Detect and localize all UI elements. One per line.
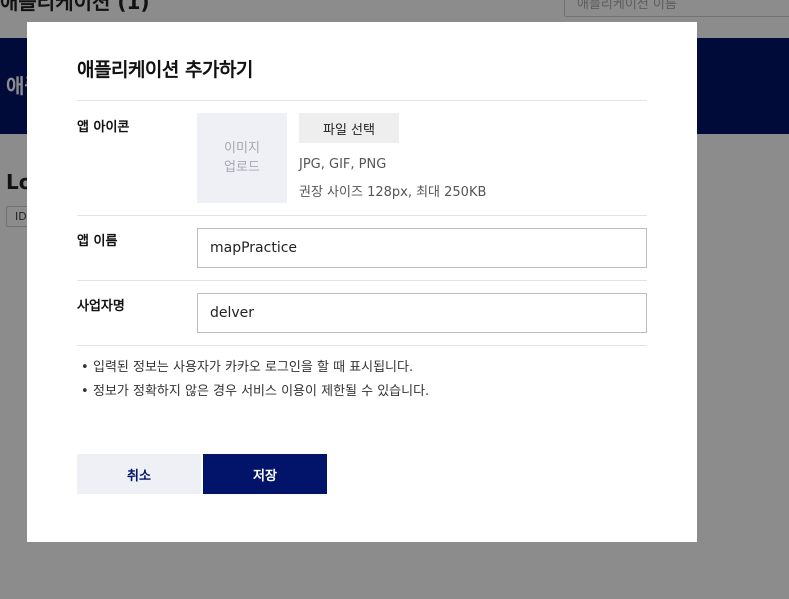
file-size-hint: 권장 사이즈 128px, 최대 250KB [299,185,487,200]
cancel-button[interactable]: 취소 [77,454,201,494]
dialog-title: 애플리케이션 추가하기 [77,59,253,81]
divider [77,345,647,346]
divider [77,215,647,216]
app-name-input[interactable] [197,228,647,268]
divider [77,280,647,281]
notice-item: 정보가 정확하지 않은 경우 서비스 이용이 제한될 수 있습니다. [77,380,429,404]
file-format-hint: JPG, GIF, PNG [299,157,387,172]
company-name-label: 사업자명 [77,299,125,314]
add-application-dialog: 애플리케이션 추가하기 앱 아이콘 이미지 업로드 파일 선택 JPG, GIF… [27,22,697,542]
app-icon-label: 앱 아이콘 [77,120,130,135]
notice-item: 입력된 정보는 사용자가 카카오 로그인을 할 때 표시됩니다. [77,356,429,380]
divider [77,100,647,101]
image-upload-box[interactable]: 이미지 업로드 [197,113,287,203]
app-name-label: 앱 이름 [77,234,118,249]
save-button[interactable]: 저장 [203,454,327,494]
notice-list: 입력된 정보는 사용자가 카카오 로그인을 할 때 표시됩니다. 정보가 정확하… [77,356,429,404]
upload-text-line1: 이미지 [224,141,260,156]
upload-text-line2: 업로드 [224,160,260,175]
company-name-input[interactable] [197,293,647,333]
choose-file-button[interactable]: 파일 선택 [299,113,399,143]
